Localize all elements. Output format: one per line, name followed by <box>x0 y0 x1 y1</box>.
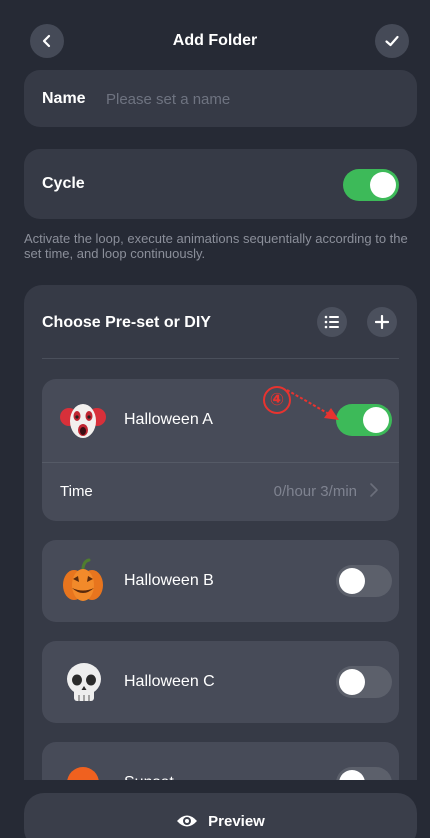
time-value[interactable]: 0/hour 3/min <box>274 483 357 500</box>
checkmark-icon <box>385 35 399 47</box>
toggle-knob <box>370 172 396 198</box>
toggle-knob <box>339 568 365 594</box>
header-bar: Add Folder <box>0 18 430 64</box>
pumpkin-icon <box>63 558 103 601</box>
name-label: Name <box>42 90 86 107</box>
preset-item-halloween-c[interactable]: Halloween C <box>42 641 399 723</box>
preset-panel: Choose Pre-set or DIY Halloween A Time 0… <box>24 285 417 838</box>
toggle-knob <box>363 407 389 433</box>
divider <box>42 358 399 359</box>
list-button[interactable] <box>317 307 347 337</box>
cycle-toggle[interactable] <box>343 169 399 201</box>
cycle-card: Cycle <box>24 149 417 219</box>
divider <box>42 462 399 463</box>
plus-icon <box>375 315 389 329</box>
list-icon <box>324 315 339 329</box>
preset-item-halloween-a[interactable]: Halloween A Time 0/hour 3/min <box>42 379 399 521</box>
time-label: Time <box>60 483 93 500</box>
preview-label: Preview <box>208 812 265 830</box>
preview-button[interactable]: Preview <box>24 793 417 838</box>
cycle-hint: Activate the loop, execute animations se… <box>24 231 408 261</box>
add-button[interactable] <box>367 307 397 337</box>
name-card: Name <box>24 70 417 127</box>
preset-panel-title: Choose Pre-set or DIY <box>42 314 211 331</box>
preset-toggle-halloween-b[interactable] <box>336 565 392 597</box>
preset-name: Halloween A <box>124 411 213 428</box>
page-title: Add Folder <box>172 32 258 49</box>
preset-item-halloween-b[interactable]: Halloween B <box>42 540 399 622</box>
cycle-label: Cycle <box>42 175 85 192</box>
chevron-right-icon <box>370 483 378 497</box>
skull-icon <box>67 663 101 701</box>
preset-name: Halloween B <box>124 572 214 589</box>
annotation-arrow-icon <box>286 389 339 420</box>
name-input[interactable] <box>106 86 396 112</box>
preset-name: Halloween C <box>124 673 215 690</box>
clown-icon <box>60 404 106 438</box>
toggle-knob <box>339 669 365 695</box>
bottom-bar: Preview <box>0 780 430 838</box>
eye-icon <box>177 815 198 827</box>
preset-toggle-halloween-c[interactable] <box>336 666 392 698</box>
confirm-button[interactable] <box>375 24 409 58</box>
